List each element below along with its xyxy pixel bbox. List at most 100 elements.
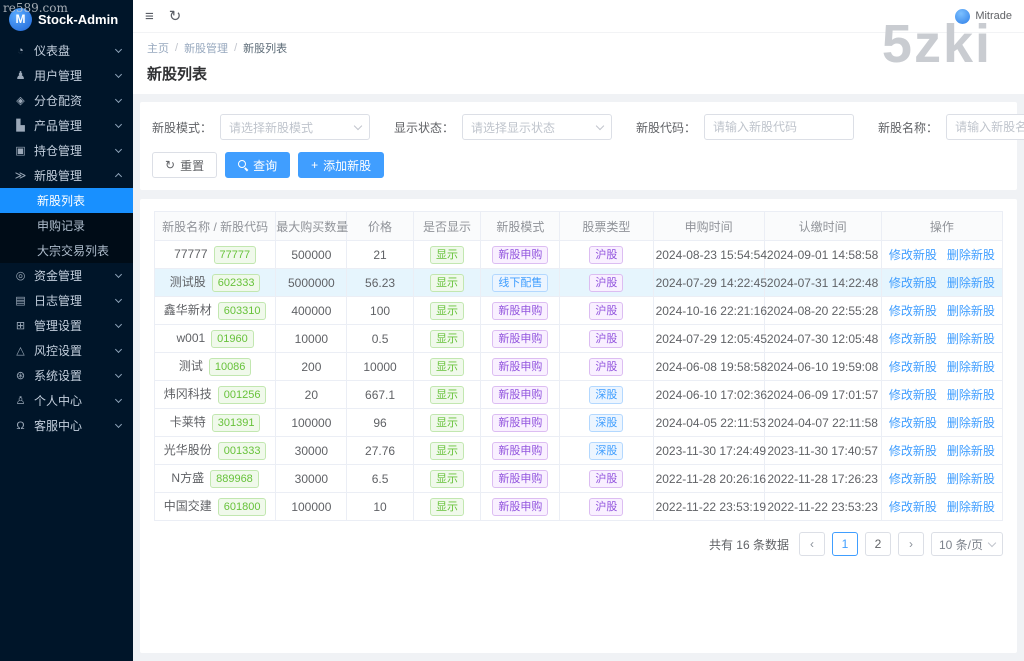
sidebar-item-system-settings[interactable]: ⊛ 系统设置 [0,363,133,388]
edit-stock-link[interactable]: 修改新股 [889,276,937,290]
stock-type-cell: 沪股 [559,268,654,297]
delete-stock-link[interactable]: 删除新股 [947,416,995,430]
delete-stock-link[interactable]: 删除新股 [947,472,995,486]
chevron-down-icon [114,345,123,354]
sidebar-item-label: 系统设置 [34,369,83,383]
sidebar-item-new-stock[interactable]: ≫ 新股管理 [0,163,133,188]
stock-mode-badge: 新股申购 [492,357,549,376]
sidebar-item-holdings[interactable]: ▣ 持仓管理 [0,138,133,163]
new-stock-icon: ≫ [14,170,27,182]
stock-name-input[interactable] [946,114,1024,140]
stock-name: 光华股份 [163,443,212,457]
delete-stock-link[interactable]: 删除新股 [947,276,995,290]
delete-stock-link[interactable]: 删除新股 [947,248,995,262]
edit-stock-link[interactable]: 修改新股 [889,304,937,318]
collapse-menu-icon[interactable]: ≡ [145,9,154,24]
stock-mode-cell: 新股申购 [480,324,561,353]
stock-name-cell: 测试股 602333 [153,268,277,297]
show-status-cell: 显示 [412,268,482,297]
sidebar-item-funds[interactable]: ◎ 资金管理 [0,263,133,288]
delete-stock-link[interactable]: 删除新股 [947,388,995,402]
column-header: 申购时间 [652,211,765,241]
price: 10 [346,492,414,521]
sidebar-item-label: 资金管理 [34,269,83,283]
pay-time: 2024-04-07 22:11:58 [763,408,882,437]
chevron-down-icon [114,320,123,329]
profile-icon: ♙ [15,395,26,407]
sidebar-item-allocation[interactable]: ◈ 分仓配资 [0,88,133,113]
reset-button[interactable]: ↻ 重置 [152,152,218,178]
edit-stock-link[interactable]: 修改新股 [889,472,937,486]
sidebar-item-label: 用户管理 [34,69,83,83]
table-row: 77777 77777 500000 21 显示 新股申购 沪股 2024-08-23 15:… [153,240,1004,269]
user-menu[interactable]: Mitrade [955,8,1012,24]
chevron-down-icon [595,121,605,130]
stock-type-cell: 沪股 [559,240,654,269]
apply-time: 2024-07-29 12:05:45 [652,324,767,353]
delete-stock-link[interactable]: 删除新股 [947,304,995,318]
stock-code-input[interactable] [704,114,855,140]
edit-stock-link[interactable]: 修改新股 [889,388,937,402]
page-button-2[interactable]: 2 [865,532,891,556]
delete-stock-link[interactable]: 删除新股 [947,332,995,346]
edit-stock-link[interactable]: 修改新股 [889,248,937,262]
sidebar-item-product[interactable]: ▙ 产品管理 [0,113,133,138]
edit-stock-link[interactable]: 修改新股 [889,332,937,346]
max-buy-quantity: 200 [275,352,348,381]
breadcrumb-separator: / [234,42,238,54]
stock-mode-cell: 线下配售 [480,268,561,297]
table-row: 光华股份 001333 30000 27.76 显示 新股申购 深股 2023-11-30 1… [153,436,1004,465]
refresh-icon[interactable]: ↻ [169,9,182,24]
delete-stock-link[interactable]: 删除新股 [947,444,995,458]
breadcrumb-item[interactable]: 主页 [147,40,169,56]
sidebar-item-label: 风控设置 [34,344,83,358]
apply-time: 2024-06-10 17:02:36 [652,380,767,409]
add-stock-button[interactable]: + 添加新股 [298,152,385,178]
apply-time: 2023-11-30 17:24:49 [652,436,766,465]
stock-type-badge: 深股 [589,413,624,432]
sidebar-item-dashboard[interactable]: ◔ 仪表盘 [0,38,133,63]
sidebar-item-logs[interactable]: ▤ 日志管理 [0,288,133,313]
edit-stock-link[interactable]: 修改新股 [889,500,937,514]
chevron-down-icon [114,95,123,104]
stock-type-badge: 深股 [589,385,624,404]
username: Mitrade [975,10,1012,22]
edit-stock-link[interactable]: 修改新股 [889,444,937,458]
breadcrumb: 主页 / 新股管理 / 新股列表 [147,40,1010,56]
page-size-select[interactable]: 10 条/页 [931,532,1003,556]
status-select[interactable]: 请选择显示状态 [462,114,613,140]
stock-type-cell: 沪股 [559,324,654,353]
sidebar-item-block-trade-list[interactable]: 大宗交易列表 [0,238,133,263]
edit-stock-link[interactable]: 修改新股 [889,416,937,430]
stock-name: 测试股 [169,275,206,289]
pay-time: 2022-11-22 23:53:23 [763,492,882,521]
search-button[interactable]: 查询 [225,152,291,178]
sidebar-item-new-stock-list[interactable]: 新股列表 [0,188,133,213]
show-status-badge: 显示 [430,441,465,460]
holdings-icon: ▣ [15,145,26,157]
app-title: Stock-Admin [38,11,119,27]
page-button-1[interactable]: 1 [832,532,858,556]
topbar: ≡ ↻ Mitrade [133,0,1024,32]
pay-time: 2023-11-30 17:40:57 [763,436,882,465]
max-buy-quantity: 100000 [275,492,348,521]
sidebar-item-users[interactable]: ♟ 用户管理 [0,63,133,88]
sidebar-item-profile[interactable]: ♙ 个人中心 [0,388,133,413]
mode-select[interactable]: 请选择新股模式 [220,114,371,140]
next-page-button[interactable]: › [898,532,924,556]
prev-page-button[interactable]: ‹ [799,532,825,556]
chevron-down-icon [114,70,123,79]
sidebar-item-admin-settings[interactable]: ⊞ 管理设置 [0,313,133,338]
show-status-badge: 显示 [430,357,465,376]
edit-stock-link[interactable]: 修改新股 [889,360,937,374]
breadcrumb-item[interactable]: 新股管理 [184,40,228,56]
column-header: 最大购买数量 [275,211,348,241]
sidebar-item-support[interactable]: Ω 客服中心 [0,413,133,438]
delete-stock-link[interactable]: 删除新股 [947,360,995,374]
pay-time: 2022-11-28 17:26:23 [763,464,882,493]
table-body: 77777 77777 500000 21 显示 新股申购 沪股 2024-08-23 15:… [153,240,1004,521]
sidebar-item-risk-settings[interactable]: △ 风控设置 [0,338,133,363]
stock-mode-cell: 新股申购 [480,240,561,269]
sidebar-item-subscription-records[interactable]: 申购记录 [0,213,133,238]
delete-stock-link[interactable]: 删除新股 [947,500,995,514]
